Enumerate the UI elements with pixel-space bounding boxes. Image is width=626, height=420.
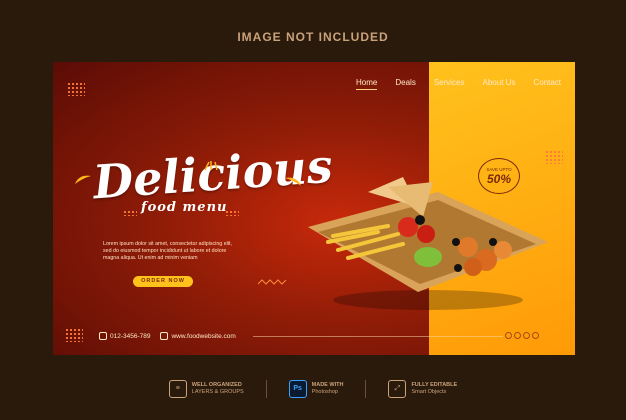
feature-subtitle: LAYERS & GROUPS bbox=[191, 389, 244, 395]
smart-object-icon: ⤢ bbox=[388, 380, 407, 398]
dot-pattern-decoration bbox=[545, 150, 563, 164]
dot-pattern-decoration bbox=[65, 328, 83, 342]
instagram-icon[interactable] bbox=[523, 332, 530, 339]
food-tray-image bbox=[308, 177, 548, 310]
globe-icon bbox=[160, 332, 169, 340]
order-now-button[interactable]: ORDER NOW bbox=[133, 276, 193, 287]
feature-title: WELL ORGANIZED bbox=[191, 382, 242, 388]
dot-pattern-decoration bbox=[123, 210, 137, 216]
feature-title: MADE WITH bbox=[311, 382, 344, 388]
leaf-swoosh-icon bbox=[285, 177, 301, 186]
feature-title: FULLY EDITABLE bbox=[411, 382, 458, 388]
image-not-included-note: IMAGE NOT INCLUDED bbox=[237, 30, 389, 44]
dot-pattern-decoration bbox=[225, 210, 239, 216]
social-links bbox=[505, 332, 539, 339]
nav-deals[interactable]: Deals bbox=[395, 78, 415, 90]
layers-icon: ≡ bbox=[168, 380, 187, 398]
phone-icon bbox=[99, 332, 107, 340]
hero-description: Lorem ipsum dolor sit amet, consectetur … bbox=[103, 241, 232, 261]
feature-subtitle: Photoshop bbox=[311, 389, 338, 395]
web-banner: Home Deals Services About Us Contact Del… bbox=[53, 62, 575, 355]
contact-footer: 012-3456-789 www.foodwebsite.com bbox=[99, 332, 236, 340]
feature-photoshop: Ps MADE WITH Photoshop bbox=[288, 380, 344, 398]
hero-sub-headline: food menu bbox=[141, 200, 228, 215]
phone-number[interactable]: 012-3456-789 bbox=[110, 333, 150, 340]
zigzag-decoration bbox=[258, 279, 287, 285]
nav-contact[interactable]: Contact bbox=[533, 78, 561, 90]
photoshop-icon: Ps bbox=[288, 380, 307, 398]
nav-about-us[interactable]: About Us bbox=[483, 78, 516, 90]
footer-divider bbox=[253, 336, 503, 337]
nav-services[interactable]: Services bbox=[434, 78, 465, 90]
facebook-icon[interactable] bbox=[505, 332, 512, 339]
feature-bar: ≡ WELL ORGANIZED LAYERS & GROUPS Ps MADE… bbox=[0, 380, 626, 398]
website-link[interactable]: www.foodwebsite.com bbox=[171, 333, 235, 340]
feature-subtitle: Smart Objects bbox=[411, 389, 447, 395]
youtube-icon[interactable] bbox=[532, 332, 539, 339]
feature-fully-editable: ⤢ FULLY EDITABLE Smart Objects bbox=[388, 380, 457, 398]
sparkle-icon bbox=[204, 161, 218, 171]
feature-well-organized: ≡ WELL ORGANIZED LAYERS & GROUPS bbox=[168, 380, 244, 398]
divider bbox=[365, 380, 367, 398]
main-nav: Home Deals Services About Us Contact bbox=[338, 78, 561, 90]
divider bbox=[265, 380, 267, 398]
nav-home[interactable]: Home bbox=[356, 78, 378, 90]
leaf-swoosh-icon bbox=[75, 175, 91, 184]
twitter-icon[interactable] bbox=[514, 332, 521, 339]
dot-pattern-decoration bbox=[67, 82, 85, 96]
